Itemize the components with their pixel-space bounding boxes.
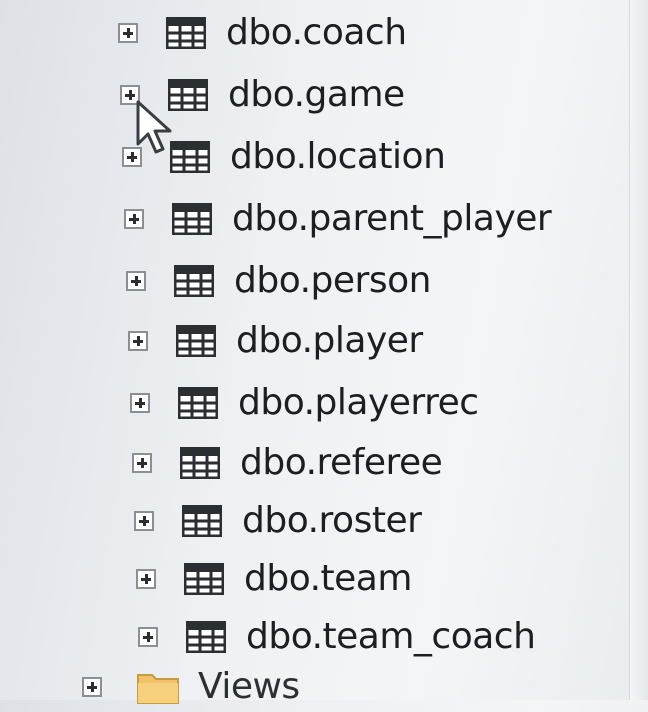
table-icon — [176, 325, 216, 357]
tree-item-label: dbo.team_coach — [246, 616, 536, 657]
tree-item-label: dbo.player — [236, 320, 423, 361]
table-icon — [184, 563, 224, 595]
table-icon — [182, 505, 222, 537]
tree-item-team-coach[interactable]: dbo.team_coach — [138, 612, 536, 662]
tree-item-label: dbo.location — [230, 136, 446, 177]
table-icon — [186, 621, 226, 653]
table-icon — [166, 17, 206, 49]
table-icon — [178, 387, 218, 419]
tree-item-roster[interactable]: dbo.roster — [134, 496, 422, 546]
tree-item-label: dbo.person — [234, 260, 431, 301]
tree-item-person[interactable]: dbo.person — [126, 256, 431, 306]
tree-item-label: dbo.playerrec — [238, 382, 479, 423]
tree-item-label: dbo.coach — [226, 12, 407, 53]
expand-icon[interactable] — [138, 627, 158, 647]
expand-icon[interactable] — [132, 453, 152, 473]
table-icon — [180, 447, 220, 479]
tree-item-label: dbo.roster — [242, 500, 422, 541]
scrollbar-track[interactable] — [629, 0, 648, 700]
expand-icon[interactable] — [128, 331, 148, 351]
tree-item-parent-player[interactable]: dbo.parent_player — [124, 194, 552, 244]
expand-icon[interactable] — [124, 209, 144, 229]
expand-icon[interactable] — [130, 393, 150, 413]
tree-item-referee[interactable]: dbo.referee — [132, 438, 443, 488]
expand-icon[interactable] — [126, 271, 146, 291]
tree-item-playerrec[interactable]: dbo.playerrec — [130, 378, 479, 428]
expand-icon[interactable] — [134, 511, 154, 531]
tree-folder-views[interactable]: Views — [82, 662, 300, 712]
table-icon — [174, 265, 214, 297]
tree-item-label: dbo.team — [244, 558, 412, 599]
expand-icon[interactable] — [136, 569, 156, 589]
tree-item-label: dbo.parent_player — [232, 198, 552, 239]
tree-item-label: dbo.game — [228, 74, 405, 115]
expand-icon[interactable] — [82, 677, 102, 697]
tree-item-team[interactable]: dbo.team — [136, 554, 412, 604]
expand-icon[interactable] — [118, 23, 138, 43]
table-icon — [172, 203, 212, 235]
tree-item-label: dbo.referee — [240, 442, 443, 483]
mouse-cursor-icon — [136, 100, 172, 154]
object-explorer-tree: dbo.coach dbo.game dbo.location dbo.pare… — [0, 0, 648, 705]
tree-item-player[interactable]: dbo.player — [128, 316, 423, 366]
tree-item-coach[interactable]: dbo.coach — [118, 8, 407, 58]
